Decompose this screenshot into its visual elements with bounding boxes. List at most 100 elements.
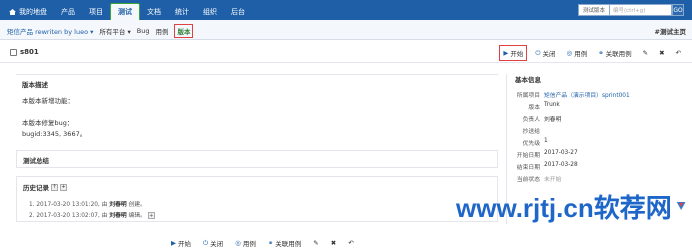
info-row-project: 所属项目 矩信产品（演示项目）sprint001 <box>507 90 683 99</box>
history-heading: 历史记录 <box>23 184 49 192</box>
history-entry-action: 编辑。 <box>126 213 146 219</box>
history-entry-action: 创建。 <box>126 202 146 208</box>
info-value: Trunk <box>544 102 560 108</box>
info-key: 所属项目 <box>516 93 540 99</box>
nav-org[interactable]: 组织 <box>196 4 224 20</box>
page-title: s801 <box>10 48 39 56</box>
nav-doc[interactable]: 文档 <box>140 4 168 20</box>
nav-my-dashboard[interactable]: 我的地盘 <box>2 4 54 20</box>
nav-project[interactable]: 项目 <box>82 4 110 20</box>
watermark-text: www.rjtj.cn软荐网 <box>456 192 672 223</box>
link-cases-button[interactable]: ⚭ 关联用例 <box>595 46 634 60</box>
back-icon[interactable]: ↶ <box>345 237 356 249</box>
global-search: 测试版本 编号(ctrl+g) GO <box>577 4 684 16</box>
info-key: 结束日期 <box>516 165 540 171</box>
start-button-bottom[interactable]: ▶ 开始 <box>168 236 194 249</box>
history-entry-user: 刘春明 <box>109 213 127 219</box>
sub-navbar: 矩信产品 rewriten by lueo ▾ 所有平台 ▾ Bug 用例 版本… <box>0 20 692 40</box>
subnav-build[interactable]: 版本 <box>174 24 194 38</box>
info-key: 当前状态 <box>516 177 540 183</box>
delete-icon[interactable]: ✖ <box>328 237 339 249</box>
info-key: 优先级 <box>522 141 540 147</box>
info-row-status: 当前状态 未开始 <box>507 174 683 183</box>
cases-label: 用例 <box>574 50 588 58</box>
close-label: 关闭 <box>210 240 224 248</box>
info-value: 2017-03-27 <box>544 150 578 156</box>
sort-icon[interactable]: ↑ <box>51 183 58 191</box>
description-panel: 版本描述 本版本新增功能： 本版本修复bug： bugid:3345, 3667… <box>16 74 498 142</box>
description-line: 本版本新增功能： <box>22 97 74 105</box>
product-switcher[interactable]: 矩信产品 rewriten by lueo ▾ <box>7 26 93 36</box>
nav-test[interactable]: 测试 <box>110 3 140 20</box>
link-icon: ⚭ <box>598 49 604 57</box>
list-icon: ◎ <box>235 239 241 247</box>
search-type-select[interactable]: 测试版本 <box>577 4 610 16</box>
history-entry-text: 1. 2017-03-20 13:01:20, 由 <box>29 202 110 208</box>
info-value: 2017-03-28 <box>544 162 578 168</box>
id-badge <box>10 48 17 56</box>
top-navbar: 我的地盘 产品 项目 测试 文档 统计 组织 后台 测试版本 编号(ctrl+g… <box>0 0 692 20</box>
header-actions: ▶ 开始 ⏻ 关闭 ◎ 用例 ⚭ 关联用例 ✎ ✖ ↶ <box>499 45 684 61</box>
expand-entry-icon[interactable]: + <box>147 212 155 219</box>
subnav-bug[interactable]: Bug <box>137 27 150 35</box>
history-entry-text: 2. 2017-03-20 13:02:07, 由 <box>29 213 110 219</box>
info-value: 1 <box>544 138 548 144</box>
link-cases-button-bottom[interactable]: ⚭ 关联用例 <box>265 236 304 249</box>
platform-switcher[interactable]: 所有平台 ▾ <box>99 26 130 36</box>
history-entry: 1. 2017-03-20 13:01:20, 由 刘春明 创建。 <box>29 199 146 208</box>
delete-icon[interactable]: ✖ <box>656 47 667 59</box>
link-cases-label: 关联用例 <box>605 50 632 58</box>
start-label: 开始 <box>178 240 191 248</box>
list-icon: ◎ <box>566 49 573 57</box>
cases-button-bottom[interactable]: ◎ 用例 <box>232 236 259 249</box>
link-icon: ⚭ <box>267 239 274 247</box>
project-link[interactable]: 矩信产品（演示项目）sprint001 <box>544 90 630 99</box>
info-row-owner: 负责人 刘春明 <box>507 114 683 123</box>
close-button[interactable]: ⏻ 关闭 <box>532 46 558 60</box>
info-row-priority: 优先级 1 <box>507 138 683 147</box>
test-home-link[interactable]: #测试主页 <box>655 26 686 36</box>
info-value: 刘春明 <box>544 117 562 123</box>
history-entry: 2. 2017-03-20 13:02:07, 由 刘春明 编辑。 + <box>29 210 155 219</box>
home-icon <box>9 9 16 15</box>
summary-panel: 测试总结 <box>16 150 498 168</box>
page-header: s801 ▶ 开始 ⏻ 关闭 ◎ 用例 ⚭ 关联用例 ✎ ✖ ↶ <box>0 41 692 63</box>
power-icon: ⏻ <box>535 48 541 57</box>
bottom-actions: ▶ 开始 ⏻ 关闭 ◎ 用例 ⚭ 关联用例 ✎ ✖ ↶ <box>168 236 357 249</box>
summary-heading: 测试总结 <box>23 157 49 165</box>
edit-icon[interactable]: ✎ <box>310 237 321 249</box>
info-key: 开始日期 <box>516 153 540 159</box>
close-label: 关闭 <box>542 50 556 58</box>
history-panel: 历史记录 ↑ + 1. 2017-03-20 13:01:20, 由 刘春明 创… <box>16 176 498 222</box>
info-heading: 基本信息 <box>515 76 541 84</box>
search-input[interactable]: 编号(ctrl+g) <box>610 4 672 16</box>
cases-label: 用例 <box>242 240 256 248</box>
cases-button[interactable]: ◎ 用例 <box>564 46 591 60</box>
watermark: www.rjtj.cn软荐网 <box>456 186 686 226</box>
start-label: 开始 <box>510 50 524 58</box>
info-key: 负责人 <box>522 117 540 123</box>
search-go-button[interactable]: GO <box>672 4 684 16</box>
info-row-cc: 抄送给 <box>507 126 683 135</box>
expand-all-icon[interactable]: + <box>60 183 67 191</box>
history-header: 历史记录 ↑ + <box>23 182 67 192</box>
watermark-logo-icon <box>675 201 686 211</box>
start-button[interactable]: ▶ 开始 <box>499 45 528 61</box>
info-key: 版本 <box>528 105 540 111</box>
info-key: 抄送给 <box>522 129 540 135</box>
nav-product[interactable]: 产品 <box>54 4 82 20</box>
description-heading: 版本描述 <box>22 81 48 89</box>
subnav-case[interactable]: 用例 <box>155 26 168 36</box>
close-button-bottom[interactable]: ⏻ 关闭 <box>200 236 226 249</box>
description-line: 本版本修复bug： <box>22 119 74 127</box>
info-row-begin: 开始日期 2017-03-27 <box>507 150 683 159</box>
power-icon: ⏻ <box>203 238 209 247</box>
back-icon[interactable]: ↶ <box>673 47 684 59</box>
build-name: s801 <box>20 48 39 56</box>
description-line: bugid:3345, 3667。 <box>22 130 87 138</box>
info-row-end: 结束日期 2017-03-28 <box>507 162 683 171</box>
nav-admin[interactable]: 后台 <box>224 4 252 20</box>
nav-stats[interactable]: 统计 <box>168 4 196 20</box>
history-entry-user: 刘春明 <box>109 202 127 208</box>
edit-icon[interactable]: ✎ <box>640 47 651 59</box>
